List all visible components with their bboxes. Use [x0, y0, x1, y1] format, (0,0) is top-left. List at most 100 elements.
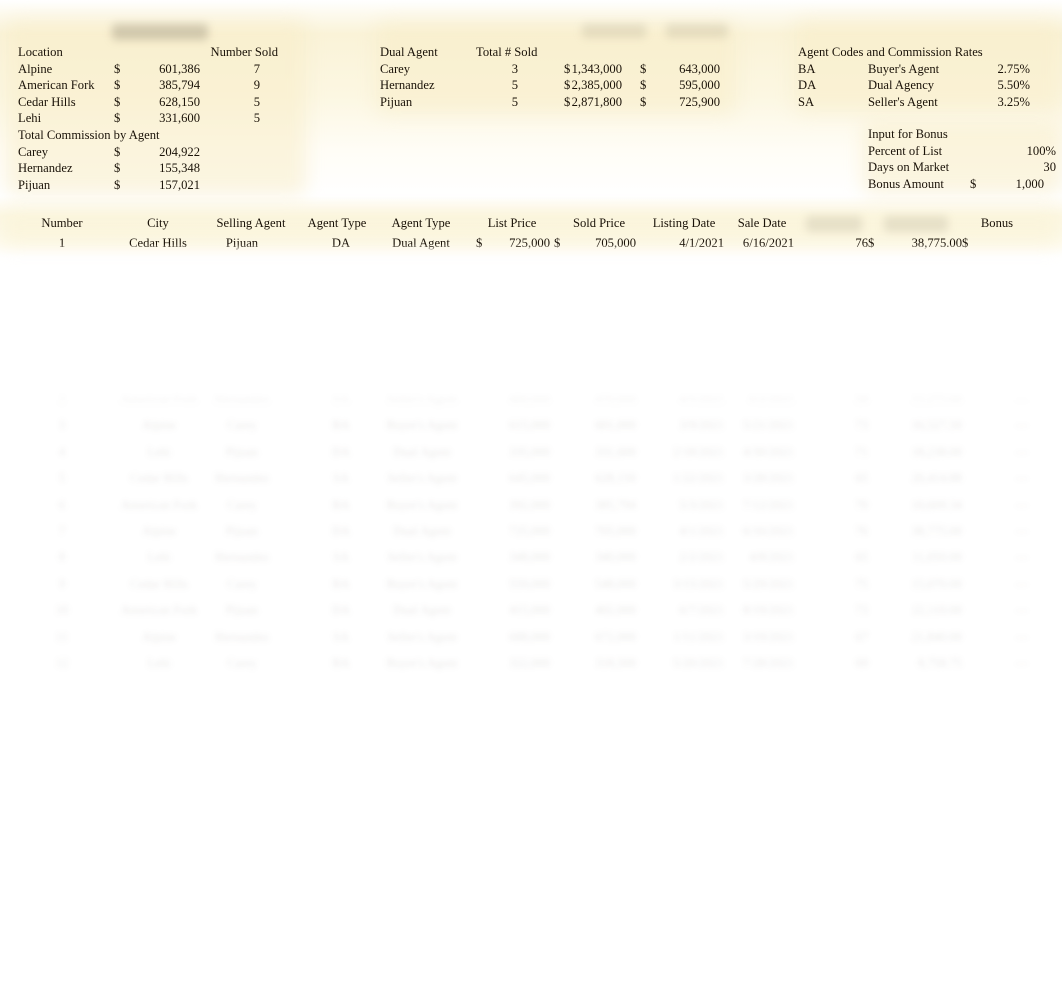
cell-days-on-market: 76	[855, 236, 868, 250]
total-sold: 5	[511, 78, 518, 93]
ghost-row: 9 Cedar Hills Carey BA Buyer's Agent 559…	[58, 576, 1028, 591]
commission-rate: 3.25%	[997, 94, 1030, 109]
table-row: Bonus Amount $ 1,000	[866, 176, 1062, 193]
total-volume: 2,385,000	[571, 78, 622, 93]
table-row: Carey 3 $ 1,343,000 $ 643,000	[376, 61, 736, 78]
bonus-input-value[interactable]: 30	[960, 159, 1056, 176]
obscured-header-smudge-mid-b	[666, 24, 728, 38]
commission-amount: 157,021	[159, 177, 200, 192]
agent-code: BA	[798, 61, 816, 76]
currency-symbol: $	[640, 94, 647, 109]
cell-number: 1	[58, 236, 66, 250]
agent-description: Dual Agency	[868, 78, 935, 93]
ghost-row: 10 American Fork Pijuan DA Dual Agent 41…	[55, 603, 1028, 618]
sales-amount: 628,150	[159, 94, 200, 109]
table-row: BA Buyer's Agent 2.75%	[794, 61, 1062, 78]
column-header-agent-code[interactable]: Agent Type	[298, 216, 376, 231]
average-price: 643,000	[679, 61, 720, 76]
number-sold: 9	[253, 78, 260, 93]
column-header-dual-agent: Dual Agent	[380, 45, 438, 59]
cell-list-price: 725,000	[509, 236, 550, 250]
bonus-input-value[interactable]: 100%	[960, 143, 1056, 160]
agent-codes-panel: Agent Codes and Commission Rates BA Buye…	[794, 44, 1062, 110]
bonus-input-value[interactable]: 1,000	[966, 176, 1044, 193]
dual-agent-header-row: Dual Agent Total # Sold	[376, 44, 736, 61]
agent-name: Carey	[18, 144, 49, 159]
number-sold: 5	[253, 94, 260, 109]
currency-symbol: $	[640, 61, 647, 76]
location-name: Lehi	[18, 111, 42, 126]
commission-rate: 5.50%	[997, 78, 1030, 93]
column-header-bonus[interactable]: Bonus	[966, 216, 1028, 231]
table-row: Percent of List 100%	[866, 143, 1062, 160]
ghost-row: 3 Alpine Carey BA Buyer's Agent 615,000 …	[58, 418, 1028, 433]
bonus-input-label: Bonus Amount	[868, 176, 944, 191]
number-sold: 5	[253, 111, 260, 126]
column-header-agent-type[interactable]: Agent Type	[382, 216, 460, 231]
column-header-listing-date[interactable]: Listing Date	[642, 216, 726, 231]
table-row: Pijuan $ 157,021	[0, 177, 300, 194]
input-for-bonus-panel: Input for Bonus Percent of List 100% Day…	[866, 126, 1062, 192]
table-row: DA Dual Agency 5.50%	[794, 77, 1062, 94]
commission-by-agent-title: Total Commission by Agent	[18, 127, 160, 142]
obscured-header-smudge-mid-a	[582, 24, 646, 38]
input-for-bonus-title-row: Input for Bonus	[866, 126, 1062, 143]
table-row: Hernandez 5 $ 2,385,000 $ 595,000	[376, 77, 736, 94]
agent-name: Pijuan	[18, 177, 51, 192]
column-header-location: Location	[18, 45, 63, 59]
currency-symbol: $	[962, 236, 969, 250]
table-row: Pijuan 5 $ 2,871,800 $ 725,900	[376, 94, 736, 111]
main-data-table: Number City Selling Agent Agent Type Age…	[0, 214, 1062, 256]
cell-selling-agent: Pijuan	[225, 236, 259, 250]
main-table-header-row: Number City Selling Agent Agent Type Age…	[0, 214, 1062, 236]
total-volume: 1,343,000	[571, 61, 622, 76]
table-row: Lehi $ 331,600 5	[0, 110, 300, 127]
column-header-city[interactable]: City	[118, 216, 198, 231]
location-name: American Fork	[18, 78, 95, 93]
cell-sale-date: 6/16/2021	[742, 236, 794, 250]
agent-codes-title: Agent Codes and Commission Rates	[798, 45, 983, 59]
table-row: SA Seller's Agent 3.25%	[794, 94, 1062, 111]
location-name: Alpine	[18, 61, 53, 76]
currency-symbol: $	[868, 236, 875, 250]
table-row: American Fork $ 385,794 9	[0, 77, 300, 94]
column-header-number[interactable]: Number	[22, 216, 102, 231]
agent-name: Hernandez	[18, 161, 73, 176]
input-for-bonus-title: Input for Bonus	[868, 127, 948, 141]
ghost-row: 7 Alpine Pijuan DA Dual Agent 725,000 70…	[58, 523, 1028, 538]
number-sold: 7	[253, 61, 260, 76]
table-row: Carey $ 204,922	[0, 144, 300, 161]
table-row: Alpine $ 601,386 7	[0, 61, 300, 78]
ghost-row: 11 Alpine Hernandez SA Seller's Agent 68…	[55, 629, 1028, 644]
ghost-row: 8 Lehi Hernandez SA Seller's Agent 348,0…	[58, 550, 1028, 565]
commission-amount: 155,348	[159, 161, 200, 176]
average-price: 595,000	[679, 78, 720, 93]
dual-agent-panel: Dual Agent Total # Sold Carey 3 $ 1,343,…	[376, 44, 736, 110]
table-row: Cedar Hills $ 628,150 5	[0, 94, 300, 111]
commission-by-agent-title-row: Total Commission by Agent	[0, 127, 300, 144]
total-sold: 5	[511, 94, 518, 109]
ghost-table-watermark: 2 American Fork Hernandez SA Seller's Ag…	[0, 386, 1062, 702]
cell-sold-price: 705,000	[595, 236, 636, 250]
ghost-row: 4 Lehi Pijuan DA Dual Agent 335,000 331,…	[58, 444, 1028, 459]
table-row: Hernandez $ 155,348	[0, 160, 300, 177]
cell-city: Cedar Hills	[129, 236, 187, 250]
agent-code: SA	[798, 94, 815, 109]
column-header-number-sold: Number Sold	[210, 45, 278, 59]
column-header-list-price[interactable]: List Price	[474, 216, 550, 231]
sales-amount: 385,794	[159, 78, 200, 93]
cell-commission: 38,775.00	[911, 236, 962, 250]
average-price: 725,900	[679, 94, 720, 109]
cell-agent-code: DA	[331, 236, 351, 250]
column-header-sold-price[interactable]: Sold Price	[562, 216, 636, 231]
column-header-total-sold: Total # Sold	[476, 45, 538, 59]
agent-codes-title-row: Agent Codes and Commission Rates	[794, 44, 1062, 61]
cell-agent-type: Dual Agent	[392, 236, 450, 250]
table-row: Days on Market 30	[866, 159, 1062, 176]
cell-listing-date: 4/1/2021	[679, 236, 724, 250]
sales-amount: 331,600	[159, 111, 200, 126]
column-header-sale-date[interactable]: Sale Date	[728, 216, 796, 231]
column-header-selling-agent[interactable]: Selling Agent	[206, 216, 296, 231]
ghost-row: 6 American Fork Carey BA Buyer's Agent 3…	[58, 497, 1028, 512]
table-row[interactable]: 1 Cedar Hills Pijuan DA Dual Agent $ 725…	[0, 236, 1062, 256]
